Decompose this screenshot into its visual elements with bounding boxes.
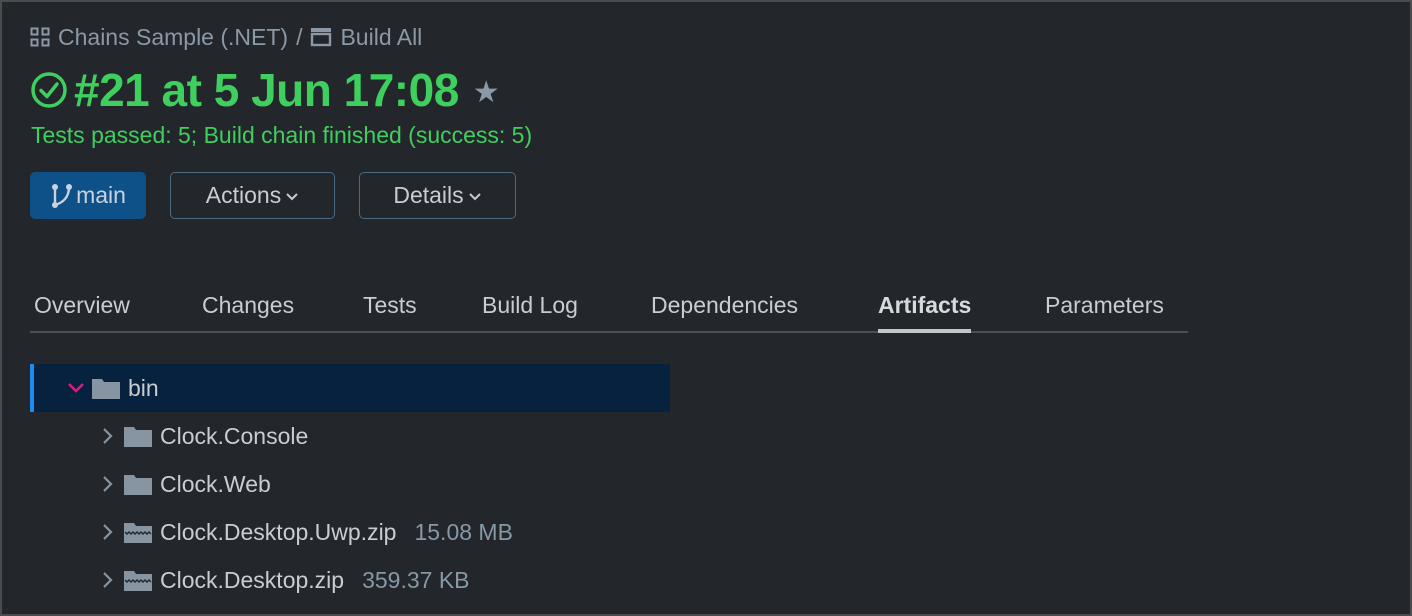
tab-artifacts[interactable]: Artifacts (878, 280, 972, 333)
tab-build-log[interactable]: Build Log (482, 280, 651, 331)
tree-item-label: bin (128, 374, 159, 401)
archive-icon (124, 521, 152, 543)
breadcrumb-build-config-link[interactable]: Build All (340, 24, 422, 51)
build-status-text: Tests passed: 5; Build chain finished (s… (31, 122, 533, 148)
chevron-down-icon (285, 192, 299, 202)
build-title-row: #21 at 5 Jun 17:08 ★ (30, 62, 500, 118)
tree-item-folder[interactable]: Clock.Console (30, 412, 670, 460)
build-title: #21 at 5 Jun 17:08 (74, 64, 459, 116)
breadcrumb: Chains Sample (.NET) / Build All (30, 22, 422, 52)
tab-overview[interactable]: Overview (30, 280, 202, 331)
chevron-right-icon[interactable] (98, 474, 118, 494)
tab-changes[interactable]: Changes (202, 280, 363, 331)
build-results-page: Chains Sample (.NET) / Build All #21 at … (2, 2, 1410, 614)
archive-icon (124, 569, 152, 591)
folder-icon (124, 473, 152, 495)
chevron-down-icon[interactable] (66, 378, 86, 398)
breadcrumb-project-link[interactable]: Chains Sample (.NET) (58, 24, 288, 51)
details-label: Details (393, 182, 464, 208)
tab-parameters[interactable]: Parameters (1045, 280, 1188, 331)
tree-item-archive[interactable]: Clock.Desktop.zip 359.37 KB (30, 556, 670, 604)
tree-item-archive[interactable]: Clock.Desktop.Uwp.zip 15.08 MB (30, 508, 670, 556)
artifacts-tree: bin Clock.Console Clock.Web Clock.Deskto… (30, 364, 670, 604)
star-icon[interactable]: ★ (473, 75, 500, 110)
actions-label: Actions (205, 182, 282, 208)
action-buttons: main Actions Details (30, 172, 516, 219)
tree-item-label: Clock.Web (160, 470, 271, 497)
chevron-right-icon[interactable] (98, 426, 118, 446)
tree-item-folder[interactable]: Clock.Web (30, 460, 670, 508)
folder-icon (124, 425, 152, 447)
tree-item-label: Clock.Console (160, 422, 309, 449)
grid-icon (30, 27, 50, 47)
branch-icon (50, 182, 74, 210)
breadcrumb-separator: / (296, 23, 303, 50)
actions-dropdown-button[interactable]: Actions (170, 172, 335, 219)
tree-item-label: Clock.Desktop.Uwp.zip (160, 518, 397, 545)
file-size: 15.08 MB (414, 518, 513, 545)
chevron-right-icon[interactable] (98, 522, 118, 542)
tree-item-label: Clock.Desktop.zip (160, 566, 345, 593)
file-size: 359.37 KB (362, 566, 470, 593)
details-dropdown-button[interactable]: Details (359, 172, 516, 219)
tab-tests[interactable]: Tests (363, 280, 482, 331)
folder-icon (92, 377, 120, 399)
build-config-icon (310, 27, 332, 47)
tab-artifacts-wrapper: Artifacts (878, 280, 1045, 333)
chevron-down-icon (468, 192, 482, 202)
check-circle-icon (30, 71, 68, 109)
tab-dependencies[interactable]: Dependencies (651, 280, 878, 331)
branch-button[interactable]: main (30, 172, 146, 219)
tab-bar: Overview Changes Tests Build Log Depende… (30, 280, 1188, 333)
tree-item-folder[interactable]: bin (30, 364, 670, 412)
branch-label: main (76, 182, 126, 208)
chevron-right-icon[interactable] (98, 570, 118, 590)
